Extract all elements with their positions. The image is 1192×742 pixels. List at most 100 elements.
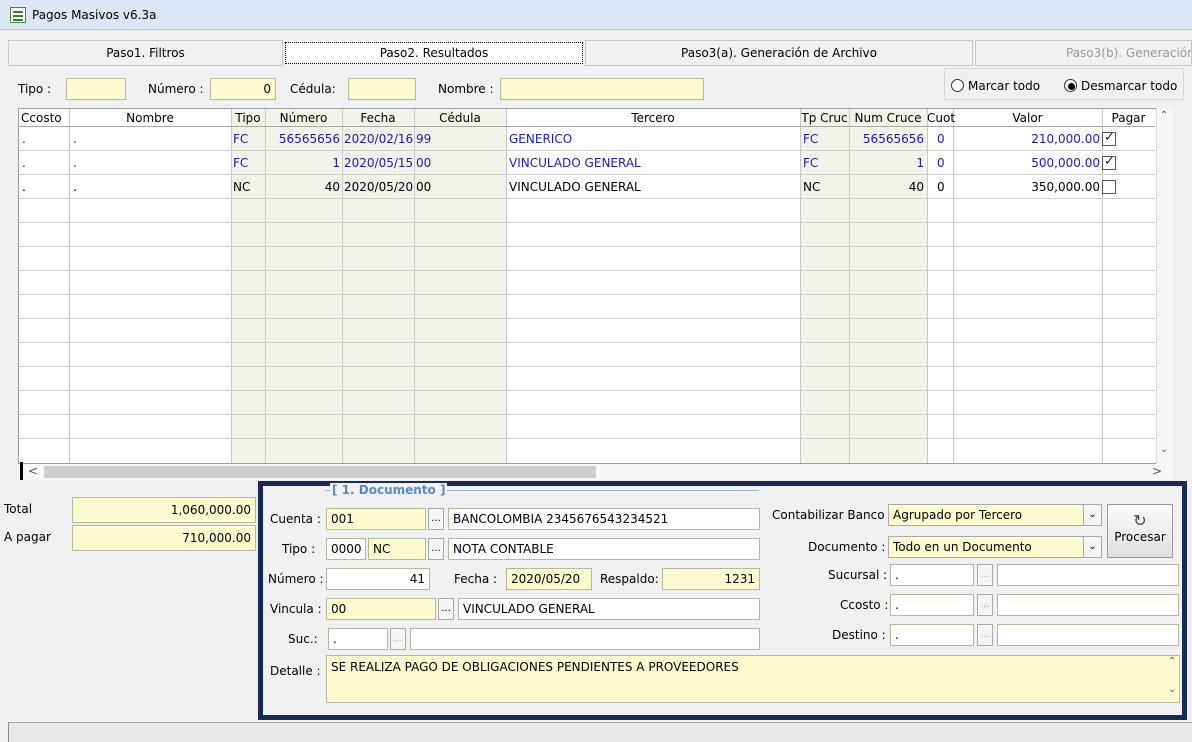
cell-num-cruce[interactable]: 40 (849, 175, 924, 199)
cell-tp-cruc[interactable]: FC (803, 127, 818, 151)
results-grid[interactable]: Ccosto Nombre Tipo Número Fecha Cédula T… (18, 108, 1174, 464)
nombre-filter-input[interactable] (500, 78, 704, 100)
sucursal-description (997, 564, 1179, 586)
marcar-todo-label[interactable]: Marcar todo (968, 79, 1040, 93)
cell-tipo[interactable]: FC (233, 151, 248, 175)
table-row[interactable]: . (22, 175, 26, 199)
cell-cedula[interactable]: 00 (416, 175, 431, 199)
col-header-cedula[interactable]: Cédula (414, 109, 506, 127)
col-header-nombre[interactable]: Nombre (69, 109, 231, 127)
col-header-tipo[interactable]: Tipo (231, 109, 265, 127)
cell-cedula[interactable]: 00 (416, 151, 431, 175)
scroll-down-arrow-icon[interactable]: ⌄ (1160, 444, 1168, 455)
sucursal-lookup-button[interactable]: ... (977, 564, 993, 586)
col-header-tercero[interactable]: Tercero (506, 109, 800, 127)
pagar-checkbox[interactable] (1102, 180, 1116, 194)
pagar-checkbox[interactable] (1102, 154, 1116, 170)
cell-fecha[interactable]: 2020/05/15 (344, 151, 413, 175)
cuenta-lookup-button[interactable]: ... (428, 508, 444, 530)
destino-lookup-button[interactable]: ... (977, 624, 993, 646)
cell-num-cruce[interactable]: 1 (849, 151, 924, 175)
cell-numero[interactable]: 56565656 (265, 127, 340, 151)
vincula-lookup-button[interactable]: ... (438, 598, 454, 620)
cell-valor[interactable]: 350,000.00 (953, 175, 1100, 199)
documento-legend: [ 1. Documento ] (330, 483, 448, 497)
table-row[interactable]: . (22, 127, 26, 151)
tab-paso1-filtros[interactable]: Paso1. Filtros (8, 40, 283, 66)
cuenta-label: Cuenta : (270, 512, 321, 526)
cell-valor[interactable]: 500,000.00 (953, 151, 1100, 175)
col-header-ccosto[interactable]: Ccosto (21, 109, 69, 127)
cedula-filter-input[interactable] (348, 78, 416, 100)
grid-caret (20, 462, 23, 480)
chevron-down-icon[interactable]: ⌄ (1083, 505, 1101, 525)
procesar-button[interactable]: ↻ Procesar (1107, 504, 1173, 558)
cell-tercero[interactable]: VINCULADO GENERAL (509, 175, 641, 199)
detalle-scroll-up-icon[interactable]: ⌃ (1168, 656, 1176, 667)
scroll-left-arrow-icon[interactable]: < (28, 464, 38, 478)
fecha-input[interactable]: 2020/05/20 (506, 568, 592, 590)
tipo-abbr-input[interactable]: NC (368, 538, 426, 560)
chevron-down-icon[interactable]: ⌄ (1083, 537, 1101, 557)
cell-tercero[interactable]: GENERICO (509, 127, 572, 151)
ccosto-lookup-button[interactable]: ... (977, 594, 993, 616)
fecha-label: Fecha : (454, 572, 498, 586)
destino-input[interactable]: . (890, 624, 974, 646)
cell-valor[interactable]: 210,000.00 (953, 127, 1100, 151)
cell-cuot[interactable]: 0 (937, 175, 945, 199)
scroll-right-arrow-icon[interactable]: > (1152, 464, 1162, 478)
col-header-numero[interactable]: Número (265, 109, 342, 127)
detalle-label: Detalle : (270, 664, 321, 678)
scroll-up-arrow-icon[interactable]: ⌃ (1160, 110, 1168, 121)
tab-paso2-resultados[interactable]: Paso2. Resultados (285, 42, 583, 64)
cell-tp-cruc[interactable]: NC (803, 175, 820, 199)
col-header-pagar[interactable]: Pagar (1102, 109, 1155, 127)
marcar-todo-radio[interactable] (951, 79, 964, 92)
col-header-fecha[interactable]: Fecha (342, 109, 414, 127)
cell-cuot[interactable]: 0 (937, 127, 945, 151)
tipo-code-input[interactable]: 0000 (326, 538, 366, 560)
grid-vertical-scrollbar[interactable] (1156, 108, 1174, 464)
cell-cuot[interactable]: 0 (937, 151, 945, 175)
desmarcar-todo-label[interactable]: Desmarcar todo (1081, 79, 1177, 93)
col-header-cuot[interactable]: Cuot (927, 109, 955, 127)
cell-fecha[interactable]: 2020/05/20 (344, 175, 413, 199)
cell-numero[interactable]: 1 (265, 151, 340, 175)
suc-description (410, 628, 760, 650)
cell-tp-cruc[interactable]: FC (803, 151, 818, 175)
desmarcar-todo-radio[interactable] (1064, 79, 1077, 92)
vincula-code-input[interactable]: 00 (326, 598, 436, 620)
contabilizar-banco-select[interactable]: Agrupado por Tercero (888, 504, 1102, 526)
numero-doc-input[interactable]: 41 (326, 568, 430, 590)
col-header-num-cruce[interactable]: Num Cruce (849, 109, 927, 127)
ccosto-doc-input[interactable]: . (890, 594, 974, 616)
detalle-textarea[interactable]: SE REALIZA PAGO DE OBLIGACIONES PENDIENT… (326, 655, 1180, 703)
cell-nombre[interactable]: . (73, 127, 77, 151)
respaldo-input[interactable]: 1231 (662, 568, 760, 590)
tab-paso3a-generacion-archivo[interactable]: Paso3(a). Generación de Archivo (585, 40, 973, 66)
cell-fecha[interactable]: 2020/02/16 (344, 127, 413, 151)
cell-cedula[interactable]: 99 (416, 127, 431, 151)
numero-filter-input[interactable]: 0 (210, 78, 276, 100)
suc-lookup-button[interactable]: ... (390, 628, 406, 650)
col-header-valor[interactable]: Valor (953, 109, 1102, 127)
cuenta-code-input[interactable]: 001 (326, 508, 426, 530)
detalle-scroll-down-icon[interactable]: ⌄ (1168, 684, 1176, 695)
suc-input[interactable]: . (328, 628, 388, 650)
pagar-checkbox[interactable] (1102, 130, 1116, 146)
sucursal-input[interactable]: . (890, 564, 974, 586)
cell-numero[interactable]: 40 (265, 175, 340, 199)
tipo-filter-input[interactable] (66, 78, 126, 100)
cell-nombre[interactable]: . (73, 151, 77, 175)
table-row[interactable]: . (22, 151, 26, 175)
cell-tipo[interactable]: NC (233, 175, 250, 199)
tab-paso3b-generacion[interactable]: Paso3(b). Generación (975, 40, 1192, 66)
cell-num-cruce[interactable]: 56565656 (849, 127, 924, 151)
tipo-lookup-button[interactable]: ... (428, 538, 444, 560)
col-header-tp-cruc[interactable]: Tp Cruc (800, 109, 849, 127)
cell-tercero[interactable]: VINCULADO GENERAL (509, 151, 641, 175)
documento-mode-select[interactable]: Todo en un Documento (888, 536, 1102, 558)
cell-tipo[interactable]: FC (233, 127, 248, 151)
horizontal-scroll-thumb[interactable] (44, 466, 596, 478)
cell-nombre[interactable]: . (73, 175, 77, 199)
